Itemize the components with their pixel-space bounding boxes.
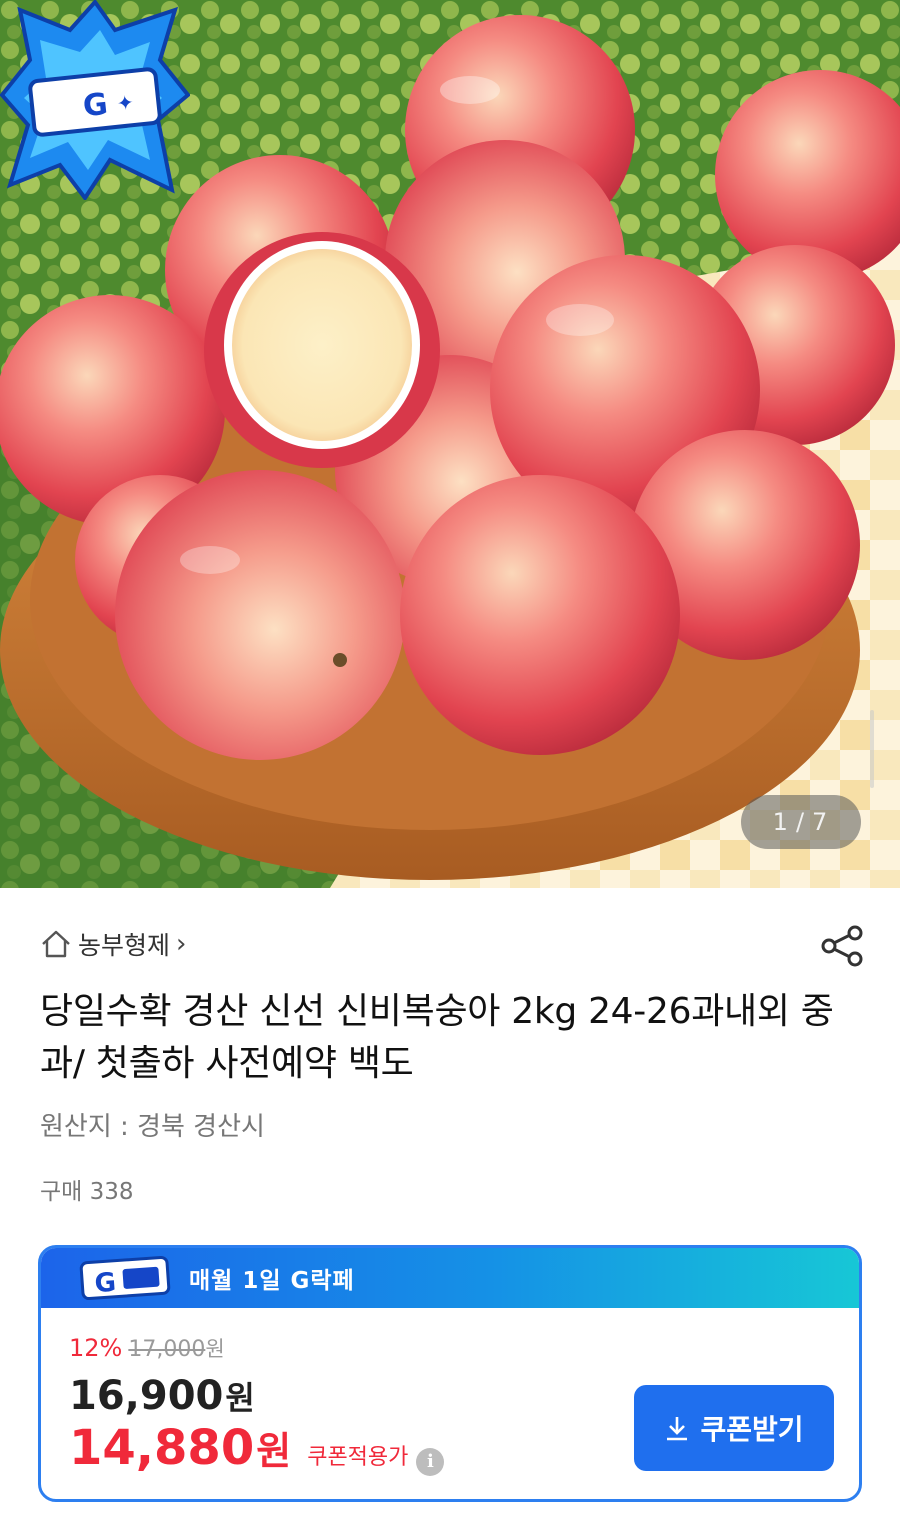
product-image-carousel[interactable]: G ✦ 1 / 7 [0, 0, 900, 888]
get-coupon-button[interactable]: 쿠폰받기 [634, 1385, 834, 1471]
coupon-price-label: 쿠폰적용가 [307, 1445, 409, 1470]
chevron-right-icon: › [176, 929, 187, 959]
store-link[interactable]: 농부형제 › [40, 922, 186, 966]
purchase-count: 구매 338 [40, 1179, 134, 1205]
sale-price-unit: 원 [225, 1379, 255, 1417]
pager-current: 1 [772, 808, 790, 836]
pager-separator: / [795, 808, 807, 836]
info-icon[interactable]: i [416, 1447, 445, 1476]
discount-line: 12% 17,000 원 [69, 1333, 225, 1363]
image-pager: 1 / 7 [741, 795, 861, 849]
pager-total: 7 [812, 808, 830, 836]
promo-price-card: G 매월 1일 G락페 12% 17,000 원 16,900 원 14,880… [38, 1245, 862, 1502]
sale-price-line: 16,900 원 [69, 1373, 255, 1419]
g-rakpe-badge-icon: G ✦ [0, 0, 190, 200]
original-price-unit: 원 [205, 1337, 225, 1361]
discount-rate: 12% [69, 1334, 123, 1362]
svg-text:G: G [94, 1268, 117, 1299]
g-rakpe-logo-icon: G [79, 1255, 171, 1301]
scroll-indicator [870, 710, 874, 788]
coupon-price: 14,880 [69, 1420, 255, 1476]
get-coupon-label: 쿠폰받기 [700, 1414, 804, 1445]
coupon-price-line: 14,880 원 쿠폰적용가 i [69, 1420, 445, 1476]
product-title: 당일수확 경산 신선 신비복숭아 2kg 24-26과내외 중과/ 첫출하 사전… [40, 991, 834, 1084]
sale-price: 16,900 [69, 1373, 224, 1419]
store-name: 농부형제 [78, 931, 171, 960]
coupon-price-unit: 원 [256, 1429, 292, 1473]
promo-banner[interactable]: G 매월 1일 G락페 [41, 1248, 859, 1308]
share-icon[interactable] [818, 922, 866, 970]
original-price: 17,000 [128, 1337, 206, 1362]
download-icon [667, 1417, 688, 1441]
promo-banner-text: 매월 1일 G락페 [189, 1268, 355, 1294]
home-icon [42, 930, 70, 958]
product-origin: 원산지 : 경북 경산시 [40, 1112, 265, 1142]
svg-text:✦: ✦ [116, 90, 135, 116]
svg-text:G: G [81, 87, 109, 124]
